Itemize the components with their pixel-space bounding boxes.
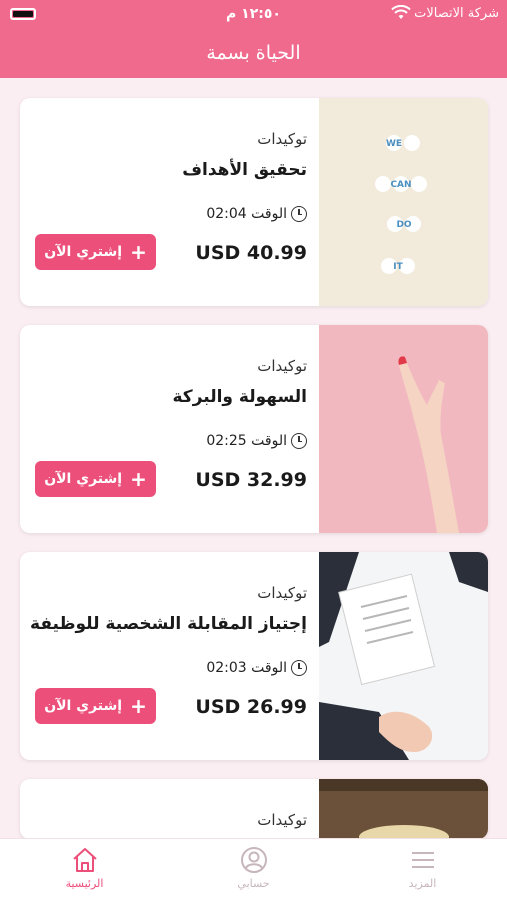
- menu-icon: [411, 852, 434, 868]
- bead-letter: WE: [386, 139, 402, 149]
- plus-icon: +: [130, 694, 147, 718]
- product-category: توكيدات: [257, 130, 307, 148]
- plus-icon: +: [130, 240, 147, 264]
- battery-icon: [10, 8, 36, 20]
- home-icon: [72, 848, 97, 872]
- duration-text: الوقت 02:04: [206, 206, 287, 222]
- status-bar: شركة الاتصالات ١٢:٥٠ م: [0, 0, 507, 30]
- product-thumbnail-we-can-do-it: WE CAN DO IT: [319, 98, 488, 306]
- product-list[interactable]: WE CAN DO IT توكيدات تحقيق الأهداف الوقت…: [20, 98, 488, 858]
- product-category: توكيدات: [257, 357, 307, 375]
- product-category: توكيدات: [257, 811, 307, 829]
- buy-now-button[interactable]: + إشتري الآن: [35, 688, 156, 724]
- product-card[interactable]: WE CAN DO IT توكيدات تحقيق الأهداف الوقت…: [20, 98, 488, 306]
- product-duration: الوقت 02:25: [206, 433, 307, 449]
- duration-text: الوقت 02:25: [206, 433, 287, 449]
- buy-now-label: إشتري الآن: [44, 698, 123, 714]
- wifi-icon: [391, 5, 411, 19]
- product-price: USD 40.99: [195, 242, 307, 264]
- tab-label: المزيد: [408, 877, 437, 890]
- product-card[interactable]: توكيدات إجتياز المقابلة الشخصية للوظيفة …: [20, 552, 488, 760]
- plus-icon: +: [130, 467, 147, 491]
- product-duration: الوقت 02:04: [206, 206, 307, 222]
- status-time: ١٢:٥٠ م: [226, 6, 281, 22]
- buy-now-label: إشتري الآن: [44, 471, 123, 487]
- product-title: تحقيق الأهداف: [182, 160, 307, 180]
- duration-text: الوقت 02:03: [206, 660, 287, 676]
- product-price: USD 26.99: [195, 696, 307, 718]
- tab-home[interactable]: الرئيسية: [0, 839, 169, 900]
- carrier-name: شركة الاتصالات: [414, 6, 499, 21]
- tab-more[interactable]: المزيد: [338, 839, 507, 900]
- product-title: إجتياز المقابلة الشخصية للوظيفة: [30, 614, 307, 634]
- bottom-tab-bar: الرئيسية حسابي المزيد: [0, 838, 507, 900]
- product-card[interactable]: توكيدات: [20, 779, 488, 839]
- product-thumbnail-interview: [319, 552, 488, 760]
- bead-letter: CAN: [390, 180, 411, 190]
- product-card[interactable]: توكيدات السهولة والبركة الوقت 02:25 USD …: [20, 325, 488, 533]
- app-header: الحياة بسمة: [0, 30, 507, 78]
- product-thumbnail-hand: [319, 325, 488, 533]
- product-duration: الوقت 02:03: [206, 660, 307, 676]
- clock-icon: [291, 660, 307, 676]
- product-thumbnail-coins: [319, 779, 488, 839]
- user-icon: [240, 847, 267, 873]
- tab-label: الرئيسية: [65, 877, 104, 890]
- bead-letter: IT: [393, 262, 403, 272]
- tab-label: حسابي: [237, 877, 270, 890]
- tab-account[interactable]: حسابي: [169, 839, 338, 900]
- buy-now-button[interactable]: + إشتري الآن: [35, 461, 156, 497]
- page-title: الحياة بسمة: [206, 42, 301, 64]
- buy-now-button[interactable]: + إشتري الآن: [35, 234, 156, 270]
- buy-now-label: إشتري الآن: [44, 244, 123, 260]
- product-category: توكيدات: [257, 584, 307, 602]
- clock-icon: [291, 206, 307, 222]
- bead-letter: DO: [396, 220, 411, 230]
- clock-icon: [291, 433, 307, 449]
- product-title: السهولة والبركة: [172, 387, 308, 407]
- product-price: USD 32.99: [195, 469, 307, 491]
